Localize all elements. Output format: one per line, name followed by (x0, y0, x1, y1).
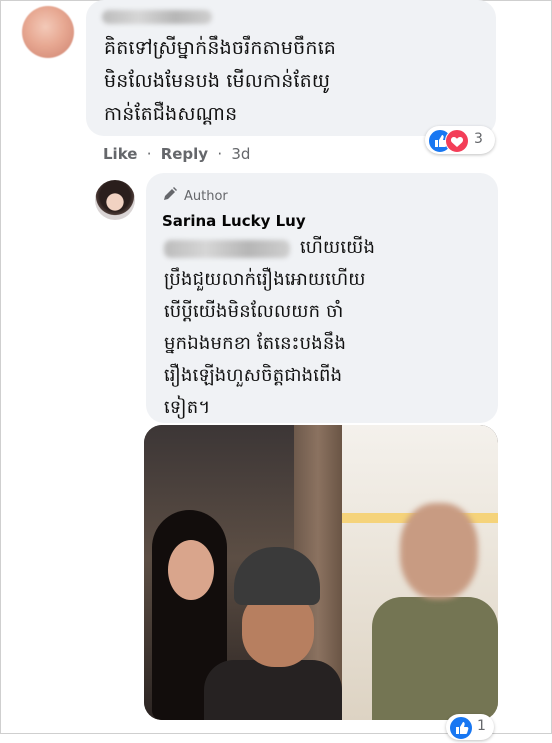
author-badge: Author (162, 186, 228, 206)
like-button[interactable]: Like (103, 145, 137, 163)
reaction-count: 1 (477, 718, 486, 734)
separator: · (146, 145, 152, 163)
blurred-mention (164, 240, 290, 258)
comment-bubble: គិតទៅស្រីម្នាក់នឹងចរឹកតាមចឹកគេ មិនលែងមែន… (86, 0, 496, 136)
reply-reactions[interactable]: 1 (446, 714, 494, 740)
reaction-count: 3 (474, 131, 483, 147)
love-reaction-icon (445, 129, 469, 153)
reply-photo[interactable] (144, 425, 498, 720)
comment-text: គិតទៅស្រីម្នាក់នឹងចរឹកតាមចឹកគេ មិនលែងមែន… (104, 37, 336, 125)
author-avatar[interactable] (95, 180, 135, 220)
pencil-icon (162, 186, 178, 206)
author-name[interactable]: Sarina Lucky Luy (162, 212, 306, 230)
reply-text-first: ហើយយើង (300, 237, 376, 258)
reply-button[interactable]: Reply (161, 145, 208, 163)
reply-text: ប្រឹងជួយលាក់រឿងអោយហើយ បើប្ដីយើងមិនលែលយក … (164, 269, 366, 418)
comment-actions: Like · Reply · 3d (103, 145, 254, 163)
blurred-commenter-name[interactable] (102, 10, 212, 24)
author-badge-label: Author (184, 188, 228, 204)
photo-left-panel (144, 425, 342, 720)
commenter-avatar[interactable] (22, 6, 74, 58)
separator: · (217, 145, 223, 163)
like-reaction-icon (449, 716, 473, 740)
photo-right-panel (342, 425, 498, 720)
comment-timestamp[interactable]: 3d (231, 145, 250, 163)
comment-reactions[interactable]: 3 (425, 126, 495, 154)
